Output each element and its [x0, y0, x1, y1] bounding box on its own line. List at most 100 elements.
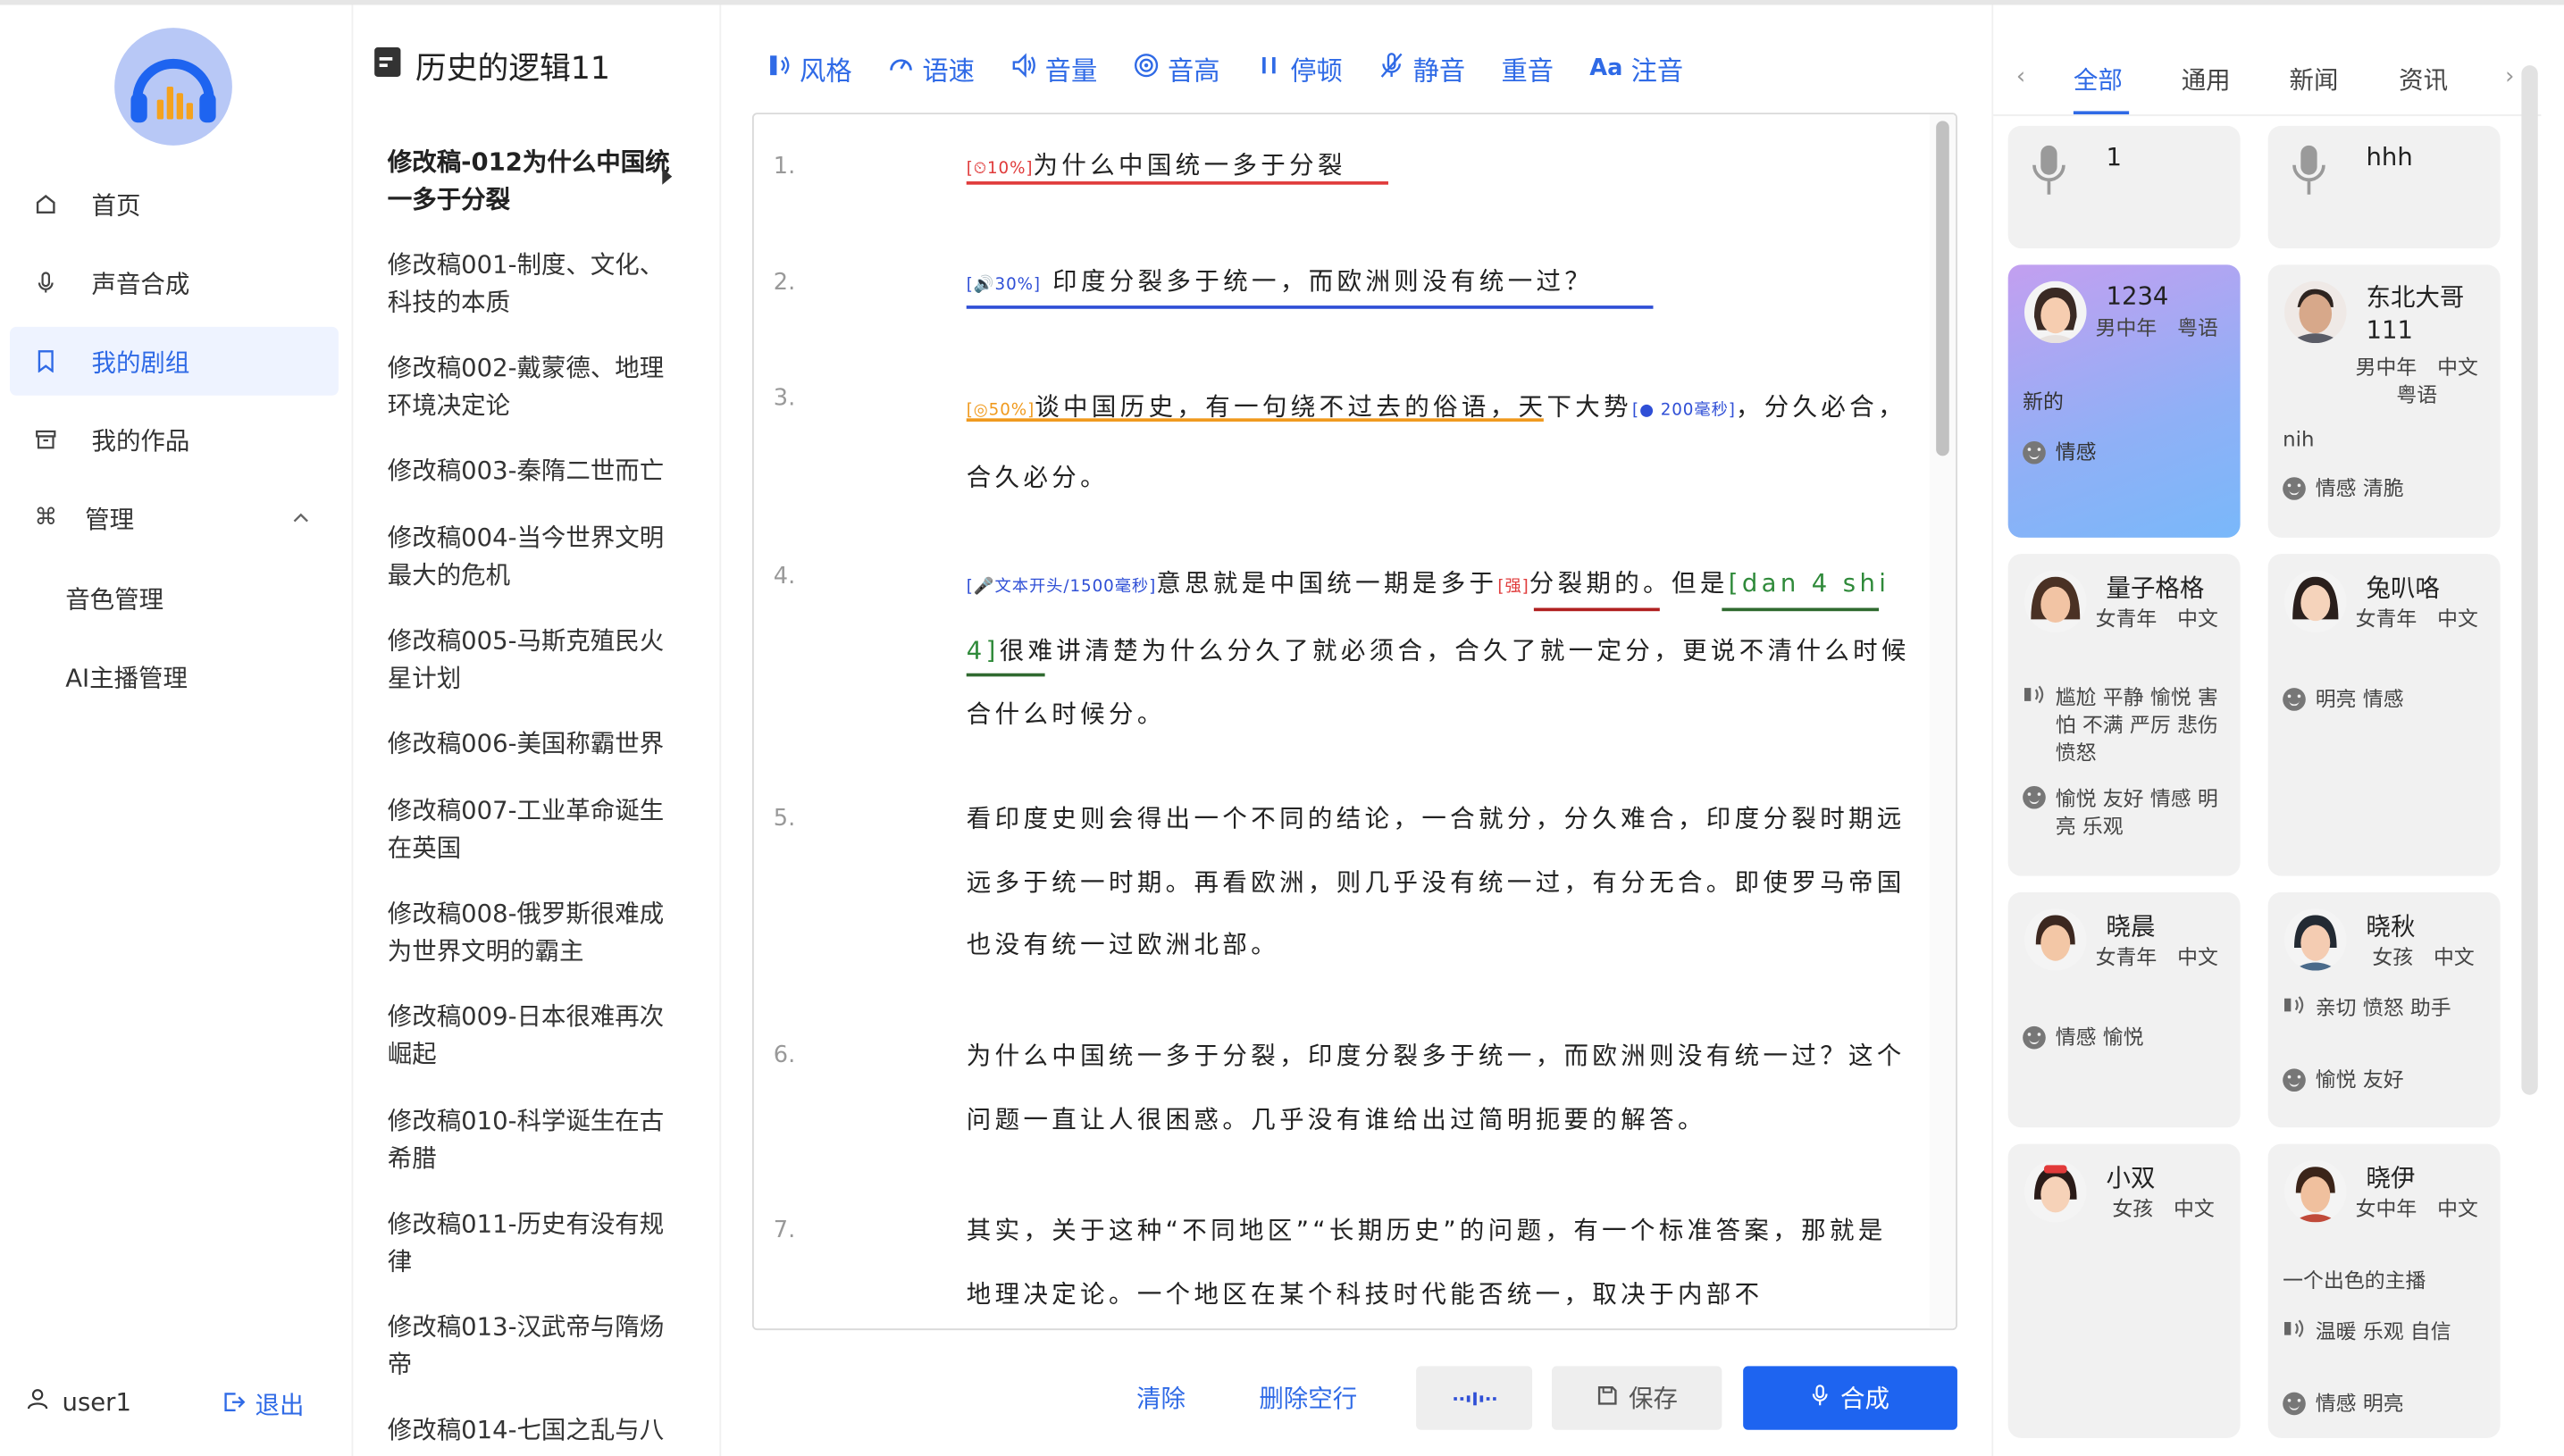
stress-underline [1533, 607, 1660, 612]
waveform-button[interactable] [1416, 1366, 1533, 1430]
volume-button[interactable]: 音量 [1010, 49, 1097, 88]
list-item[interactable]: 修改稿-012为什么中国统一多于分裂 [388, 144, 685, 219]
list-item[interactable]: 修改稿004-当今世界文明最大的危机 [388, 520, 685, 595]
voice-name: 兔叭咯 [2366, 573, 2440, 604]
stress-tag[interactable]: [强] [1497, 579, 1529, 597]
save-button[interactable]: 保存 [1552, 1366, 1722, 1430]
tab-info[interactable]: 资讯 [2399, 63, 2448, 96]
voice-panel-scrollbar[interactable] [2521, 65, 2538, 1095]
phonetic-underline-2 [966, 673, 1045, 677]
list-item[interactable]: 修改稿010-科学诞生在古希腊 [388, 1103, 685, 1178]
speed-button[interactable]: 语速 [888, 49, 975, 88]
voice-card[interactable]: 晓伊 女中年 中文 一个出色的主播 温暖 乐观 自信 情感 明亮 [2267, 1143, 2501, 1438]
voice-name: 晓伊 [2366, 1163, 2416, 1193]
text-editor[interactable]: 1. [⏲10%]为什么中国统一多于分裂 2. [🔊30%] 印度分裂多于统一，… [751, 113, 1957, 1331]
nav-voice-synthesis[interactable]: 声音合成 [10, 248, 339, 317]
voice-name: hhh [2366, 142, 2413, 172]
logout-icon [222, 1390, 246, 1419]
voice-style-icon [2023, 683, 2046, 713]
voice-card[interactable]: 量子格格 女青年 中文 尴尬 平静 愉悦 害怕 不满 严厉 悲伤 愤怒 愉悦 友… [2007, 554, 2241, 876]
nav-my-crew[interactable]: 我的剧组 [9, 326, 339, 396]
stress-button[interactable]: 重音 [1501, 49, 1554, 88]
list-item[interactable]: 修改稿011-历史有没有规律 [388, 1206, 685, 1281]
style-tags: 亲切 愤怒 助手 [2315, 995, 2451, 1020]
emotion-tags: 愉悦 友好 [2315, 1067, 2404, 1092]
chevron-up-icon [291, 505, 311, 534]
emotion-tags: 情感 [2055, 439, 2097, 464]
pause-button[interactable]: 停顿 [1256, 49, 1343, 88]
list-item[interactable]: 修改稿007-工业革命诞生在英国 [388, 792, 685, 867]
paragraph-4[interactable]: [🎤文本开头/1500毫秒]意思就是中国统一期是多于[强]分裂期的。但是[dan… [967, 552, 1915, 747]
chevron-left-icon[interactable]: ‹ [2016, 63, 2025, 89]
delete-blank-lines-button[interactable]: 删除空行 [1243, 1366, 1373, 1429]
paragraph-6[interactable]: 为什么中国统一多于分裂，印度分裂多于统一，而欧洲则没有统一过？这个问题一直让人很… [967, 1025, 1915, 1151]
list-item[interactable]: 修改稿006-美国称霸世界 [388, 725, 685, 763]
mute-tag[interactable]: [🎤文本开头/1500毫秒] [967, 579, 1156, 597]
pitch-tag[interactable]: [◎50%] [967, 402, 1035, 420]
voice-meta: 男中年 中文 粤语 [2355, 354, 2478, 407]
voice-card[interactable]: 东北大哥111 男中年 中文 粤语 nih 情感 清脆 [2267, 264, 2501, 538]
smile-icon [2023, 1025, 2046, 1049]
voice-meta: 女青年 中文 [2095, 944, 2218, 969]
list-item[interactable]: 修改稿014-七国之乱与八 [388, 1412, 685, 1450]
volume-tag[interactable]: [🔊30%] [967, 276, 1041, 294]
mute-button[interactable]: 静音 [1378, 49, 1465, 88]
tab-news[interactable]: 新闻 [2290, 63, 2339, 96]
list-item[interactable]: 修改稿009-日本很难再次崛起 [388, 999, 685, 1074]
voice-card-selected[interactable]: 1234 男中年 粤语 新的 情感 [2007, 264, 2241, 538]
paragraph-2[interactable]: [🔊30%] 印度分裂多于统一，而欧洲则没有统一过？ [967, 264, 1915, 305]
volume-underline [966, 305, 1654, 309]
nav-voice-manage[interactable]: 音色管理 [65, 582, 163, 615]
voice-name: 晓晨 [2106, 911, 2156, 941]
paragraph-4-text-c: 很难讲清楚为什么分久了就必须合，合久了就一定分，更说不清什么时候合什么时候分。 [966, 635, 1910, 729]
editor-scroll-thumb[interactable] [1936, 121, 1949, 456]
voice-name: 量子格格 [2106, 573, 2205, 604]
microphone-icon [33, 270, 59, 296]
nav-my-works[interactable]: 我的作品 [10, 406, 339, 474]
paragraph-5[interactable]: 看印度史则会得出一个不同的结论，一合就分，分久难合，印度分裂时期远远多于统一时期… [967, 788, 1915, 976]
emotion-row: 情感 明亮 [2283, 1389, 2404, 1417]
paragraph-3[interactable]: [◎50%]谈中国历史，有一句绕不过去的俗语，天下大势[● 200毫秒]，分久必… [967, 374, 1915, 512]
clear-button[interactable]: 清除 [1112, 1366, 1211, 1429]
list-item[interactable]: 修改稿003-秦隋二世而亡 [388, 453, 685, 490]
line-number: 5. [773, 805, 796, 833]
bookmark-icon [33, 348, 59, 374]
pitch-icon [1134, 53, 1160, 86]
editor-scrollbar[interactable] [1929, 114, 1957, 1329]
emotion-tags: 情感 愉悦 [2055, 1025, 2144, 1050]
voice-card[interactable]: 晓秋 女孩 中文 亲切 愤怒 助手 愉悦 友好 [2267, 891, 2501, 1128]
logout-button[interactable]: 退出 [222, 1387, 304, 1421]
chevron-right-icon[interactable]: › [2505, 63, 2514, 89]
list-item[interactable]: 修改稿001-制度、文化、科技的本质 [388, 247, 685, 322]
list-item[interactable]: 修改稿005-马斯克殖民火星计划 [388, 623, 685, 698]
list-item[interactable]: 修改稿008-俄罗斯很难成为世界文明的霸主 [388, 896, 685, 971]
mute-mic-icon [1378, 53, 1404, 86]
paragraph-7[interactable]: 其实，关于这种“不同地区”“长期历史”的问题，有一个标准答案，那就是地理决定论。… [967, 1200, 1915, 1326]
tab-all[interactable]: 全部 [2074, 63, 2123, 96]
save-label: 保存 [1629, 1384, 1678, 1414]
nav-home[interactable]: 首页 [10, 170, 339, 238]
speed-tag[interactable]: [⏲10%] [967, 160, 1034, 178]
voice-desc: nih [2283, 426, 2315, 451]
style-button[interactable]: 风格 [766, 49, 852, 88]
nav-manage[interactable]: ⌘ 管理 [10, 484, 339, 553]
avatar [2284, 908, 2347, 971]
emotion-tags: 明亮 情感 [2315, 686, 2404, 711]
nav-ai-anchor-manage[interactable]: AI主播管理 [65, 660, 188, 694]
avatar [2024, 280, 2087, 344]
voice-card[interactable]: 小双 女孩 中文 [2007, 1143, 2241, 1438]
pause-tag[interactable]: [● 200毫秒] [1632, 402, 1736, 420]
voice-card[interactable]: 1 [2007, 125, 2241, 249]
list-item[interactable]: 修改稿002-戴蒙德、地理环境决定论 [388, 349, 685, 424]
voice-name: 东北大哥111 [2366, 282, 2465, 346]
voice-card[interactable]: 兔叭咯 女青年 中文 明亮 情感 [2267, 554, 2501, 876]
tab-general[interactable]: 通用 [2182, 63, 2231, 96]
line-number: 4. [773, 564, 796, 590]
synthesize-button[interactable]: 合成 [1743, 1366, 1957, 1430]
pitch-button[interactable]: 音高 [1134, 49, 1220, 88]
list-item[interactable]: 修改稿013-汉武帝与隋炀帝 [388, 1309, 685, 1384]
volume-icon [1010, 53, 1036, 86]
phonetic-button[interactable]: Aa 注音 [1589, 49, 1683, 88]
voice-card[interactable]: 晓晨 女青年 中文 情感 愉悦 [2007, 891, 2241, 1128]
voice-card[interactable]: hhh [2267, 125, 2501, 249]
